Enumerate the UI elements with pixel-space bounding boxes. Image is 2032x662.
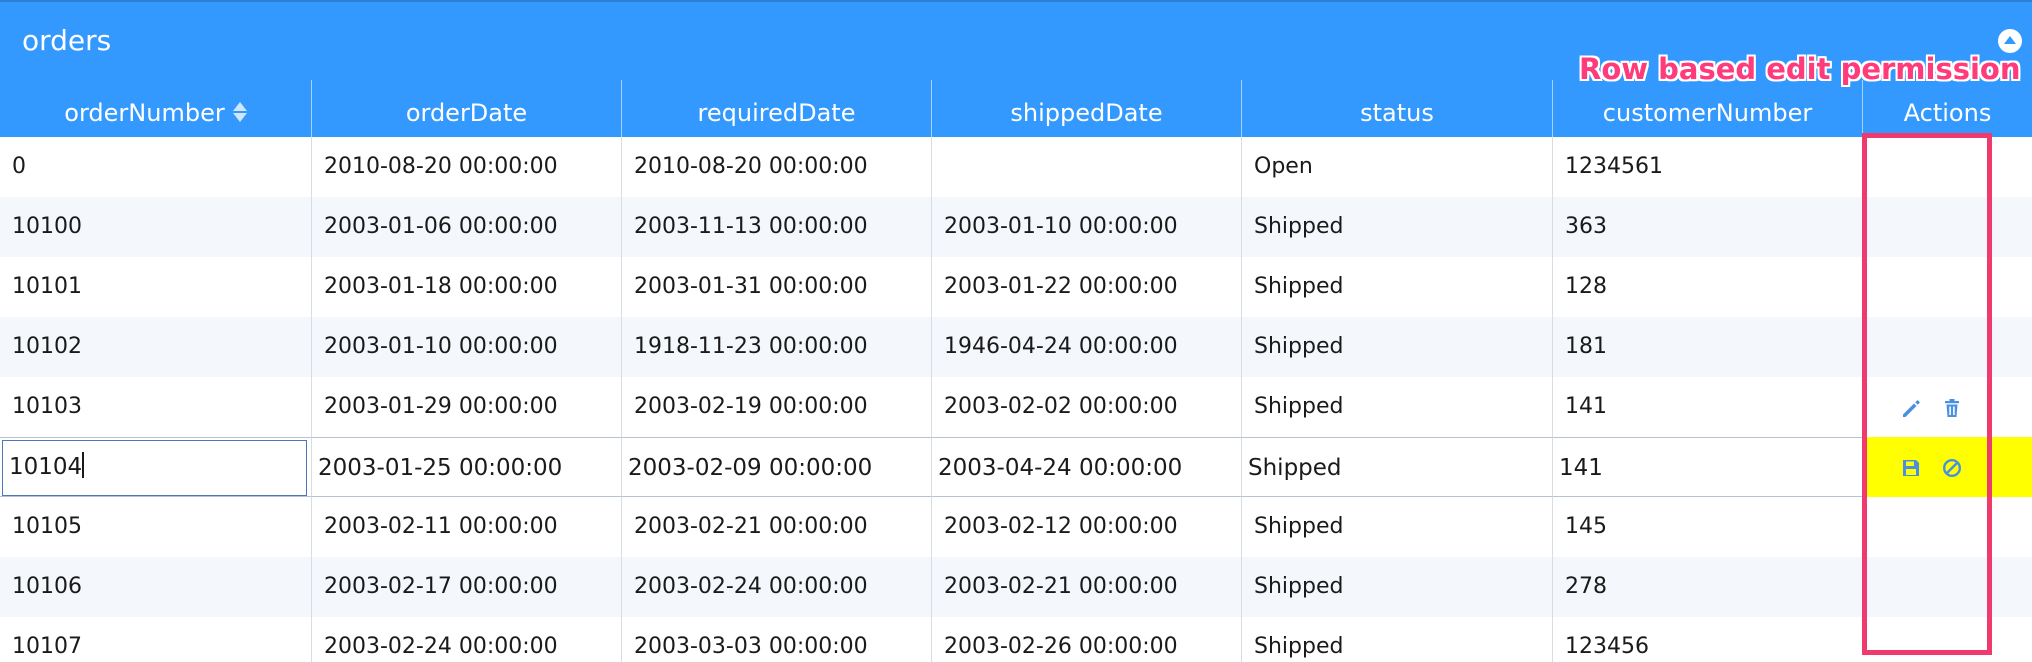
column-header-customernumber[interactable]: customerNumber [1552, 80, 1862, 137]
panel-title: orders [22, 24, 112, 57]
cell-shippeddate [931, 137, 1241, 197]
text-caret [82, 452, 84, 478]
cell-customernumber: 278 [1552, 557, 1862, 617]
column-header-status[interactable]: status [1241, 80, 1552, 137]
cell-status: Shipped [1241, 197, 1552, 257]
cell-orderdate: 2003-01-06 00:00:00 [311, 197, 621, 257]
cell-requireddate: 1918-11-23 00:00:00 [621, 317, 931, 377]
cell-ordernumber: 10105 [12, 514, 82, 539]
cell-customernumber: 363 [1552, 197, 1862, 257]
cell-shippeddate: 2003-01-10 00:00:00 [931, 197, 1241, 257]
cancel-circle-icon[interactable] [1941, 457, 1963, 479]
cell-status[interactable]: Shipped [1241, 437, 1552, 497]
cell-requireddate[interactable]: 2003-02-09 00:00:00 [621, 437, 931, 497]
cell-requireddate: 2003-02-19 00:00:00 [621, 377, 931, 437]
cell-actions [1862, 317, 2032, 377]
cell-actions [1862, 557, 2032, 617]
cell-ordernumber: 10101 [12, 274, 82, 299]
column-header-ordernumber[interactable]: orderNumber [0, 80, 311, 137]
cell-ordernumber: 10104 [0, 437, 311, 497]
table-row[interactable]: 10106 2003-02-17 00:00:00 2003-02-24 00:00… [0, 557, 2032, 617]
cell-customernumber[interactable]: 141 [1552, 437, 1862, 497]
cell-actions [1862, 617, 2032, 662]
cell-ordernumber: 10100 [12, 214, 82, 239]
cell-actions [1862, 197, 2032, 257]
cell-orderdate: 2003-01-18 00:00:00 [311, 257, 621, 317]
column-header-label: customerNumber [1602, 99, 1813, 127]
cell-shippeddate: 2003-02-26 00:00:00 [931, 617, 1241, 662]
cell-ordernumber: 0 [12, 154, 26, 179]
cell-shippeddate: 2003-02-12 00:00:00 [931, 497, 1241, 557]
cell-orderdate: 2003-02-17 00:00:00 [311, 557, 621, 617]
column-header-actions[interactable]: Actions [1862, 80, 2032, 137]
cell-orderdate[interactable]: 2003-01-25 00:00:00 [311, 437, 621, 497]
cell-actions [1862, 257, 2032, 317]
column-header-orderdate[interactable]: orderDate [311, 80, 621, 137]
column-header-label: shippedDate [1010, 99, 1163, 127]
table-header: orderNumber orderDate requiredDate shippedD… [0, 80, 2032, 137]
cell-status: Shipped [1241, 497, 1552, 557]
sort-arrows-icon[interactable] [232, 101, 247, 123]
cell-requireddate: 2003-01-31 00:00:00 [621, 257, 931, 317]
cell-ordernumber: 10102 [12, 334, 82, 359]
cell-customernumber: 181 [1552, 317, 1862, 377]
column-header-label: orderNumber [64, 99, 225, 127]
cell-status: Shipped [1241, 377, 1552, 437]
cell-orderdate: 2010-08-20 00:00:00 [311, 137, 621, 197]
cell-ordernumber: 10107 [12, 634, 82, 659]
cell-orderdate: 2003-01-10 00:00:00 [311, 317, 621, 377]
cell-requireddate: 2003-11-13 00:00:00 [621, 197, 931, 257]
table-row-editing[interactable]: 10104 2003-01-25 00:00:00 2003-02-09 00:00… [0, 437, 2032, 497]
table-row[interactable]: 10105 2003-02-11 00:00:00 2003-02-21 00:00… [0, 497, 2032, 557]
table-row[interactable]: 10103 2003-01-29 00:00:00 2003-02-19 00:00… [0, 377, 2032, 437]
cell-status: Shipped [1241, 557, 1552, 617]
cell-requireddate: 2003-02-21 00:00:00 [621, 497, 931, 557]
cell-ordernumber: 10106 [12, 574, 82, 599]
edit-input-value: 10104 [9, 454, 83, 480]
cell-status: Open [1241, 137, 1552, 197]
column-header-label: status [1360, 99, 1434, 127]
table-row[interactable]: 10101 2003-01-18 00:00:00 2003-01-31 00:00… [0, 257, 2032, 317]
cell-shippeddate: 1946-04-24 00:00:00 [931, 317, 1241, 377]
column-header-shippeddate[interactable]: shippedDate [931, 80, 1241, 137]
cell-shippeddate: 2003-02-02 00:00:00 [931, 377, 1241, 437]
trash-delete-icon[interactable] [1941, 397, 1963, 419]
cell-status: Shipped [1241, 317, 1552, 377]
cell-status: Shipped [1241, 617, 1552, 662]
cell-orderdate: 2003-01-29 00:00:00 [311, 377, 621, 437]
cell-status: Shipped [1241, 257, 1552, 317]
cell-requireddate: 2003-03-03 00:00:00 [621, 617, 931, 662]
table-row[interactable]: 10107 2003-02-24 00:00:00 2003-03-03 00:00… [0, 617, 2032, 662]
column-header-label: orderDate [405, 99, 528, 127]
cell-customernumber: 145 [1552, 497, 1862, 557]
table-row[interactable]: 0 2010-08-20 00:00:00 2010-08-20 00:00:00 O… [0, 137, 2032, 197]
column-header-requireddate[interactable]: requiredDate [621, 80, 931, 137]
cell-actions [1862, 137, 2032, 197]
cell-orderdate: 2003-02-24 00:00:00 [311, 617, 621, 662]
save-floppy-icon[interactable] [1900, 457, 1922, 479]
cell-customernumber: 1234561 [1552, 137, 1862, 197]
annotation-label: Row based edit permission [1579, 52, 2021, 86]
table-row[interactable]: 10100 2003-01-06 00:00:00 2003-11-13 00:00… [0, 197, 2032, 257]
cell-customernumber: 141 [1552, 377, 1862, 437]
cell-actions [1862, 437, 2032, 497]
cell-ordernumber: 10103 [12, 394, 82, 419]
cell-shippeddate[interactable]: 2003-04-24 00:00:00 [931, 437, 1241, 497]
cell-actions [1862, 497, 2032, 557]
table-row[interactable]: 10102 2003-01-10 00:00:00 1918-11-23 00:00… [0, 317, 2032, 377]
pencil-edit-icon[interactable] [1900, 397, 1922, 419]
orders-panel: orders orderNumber orderDate requiredDate s… [0, 0, 2032, 662]
collapse-up-icon[interactable] [1998, 29, 2022, 53]
cell-actions [1862, 377, 2032, 437]
cell-orderdate: 2003-02-11 00:00:00 [311, 497, 621, 557]
cell-shippeddate: 2003-02-21 00:00:00 [931, 557, 1241, 617]
cell-requireddate: 2010-08-20 00:00:00 [621, 137, 931, 197]
cell-requireddate: 2003-02-24 00:00:00 [621, 557, 931, 617]
column-header-label: requiredDate [697, 99, 856, 127]
order-number-edit-input[interactable]: 10104 [2, 440, 307, 496]
cell-shippeddate: 2003-01-22 00:00:00 [931, 257, 1241, 317]
cell-customernumber: 128 [1552, 257, 1862, 317]
column-header-label: Actions [1903, 99, 1992, 127]
cell-customernumber: 123456 [1552, 617, 1862, 662]
